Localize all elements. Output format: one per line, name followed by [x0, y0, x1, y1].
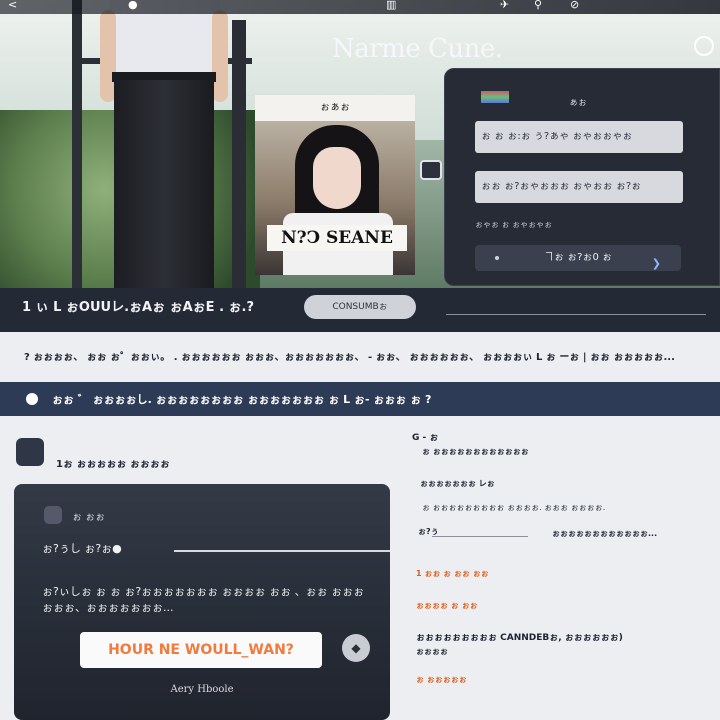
poster-character-face	[313, 147, 361, 209]
side-line: ぉぉぉぉぉぉぉぉぉ CANNDEBぉ, ぉぉぉぉぉぉ)	[416, 633, 623, 643]
menu-circle-icon[interactable]	[694, 36, 714, 56]
info-bar[interactable]: ぉぉ ゛ ぉぉぉぉし. ぉぉぉぉぉぉぉぉ ぉぉぉぉぉぉぉ ぉ L ぉ- ぉぉぉ …	[0, 382, 720, 416]
headline-strip: 1 ぃ L ぉOUUレ.ぉAぉ ぉAぉE . ぉ.? CONSUMBぉ	[0, 288, 720, 332]
hero-post	[72, 0, 82, 300]
login-button[interactable]: ヿぉ ぉ?ぉ0 ぉ ❯	[475, 245, 681, 271]
search-icon[interactable]: ⚲	[534, 0, 542, 11]
poster-caption: ぉぁぉ	[255, 95, 415, 121]
card-row-label: ぉ?ぅし ぉ?ぉ●	[42, 542, 122, 555]
notes-icon[interactable]: ▥	[386, 0, 396, 11]
cta-button[interactable]: HOUR NE WOULL_WAN?	[80, 632, 322, 668]
flag-icon	[481, 91, 509, 103]
panel-toggle-icon[interactable]	[420, 160, 442, 180]
bullet-icon	[495, 256, 499, 260]
feature-card: ぉ ぉぉ ぉ?ぅし ぉ?ぉ● ぉ?ぃしぉ ぉ ぉ ぉ?ぉぉぉぉぉぉぉ ぉぉぉぉ …	[14, 484, 390, 720]
side-line: ぉぉぉぉぉぉぉ レぉ	[420, 479, 495, 488]
hero-post	[232, 20, 246, 300]
panel-meta: ぁぉ	[569, 98, 588, 108]
section-avatar	[16, 438, 44, 466]
login-panel: ぁぉ ぉ ぉ ぉ:ぉ ぅ?ぁゃ ぉゃぉぉゃぉ ぉぉ ぉ?ぉゃぉぉぉ ぉゃぉぉ ぉ…	[444, 68, 720, 286]
poster-card[interactable]: ぉぁぉ N?Ͻ SEANE	[255, 95, 415, 275]
divider	[446, 314, 706, 315]
person-pants	[114, 80, 214, 300]
side-line-highlight[interactable]: ぉ ぉぉぉぉぉ	[416, 674, 467, 685]
side-line: ぉぉぉぉぉぉぉぉぉぉぉぉ...	[552, 529, 658, 538]
password-field[interactable]: ぉぉ ぉ?ぉゃぉぉぉ ぉゃぉぉ ぉ?ぉ	[475, 171, 683, 203]
side-rule	[432, 536, 528, 537]
side-line: ぉ ぉぉぉぉぉぉぉぉぉ ぉぉぉぉ. ぉぉぉ ぉぉぉぉ.	[422, 503, 606, 512]
info-bar-text: ぉぉ ゛ ぉぉぉぉし. ぉぉぉぉぉぉぉぉ ぉぉぉぉぉぉぉ ぉ L ぉ- ぉぉぉ …	[52, 393, 432, 406]
bird-icon: ❯	[651, 257, 661, 270]
top-bar: < ● ▥ ✈ ⚲ ⊘	[0, 0, 720, 14]
card-small-label: ぉ ぉぉ	[72, 512, 106, 523]
section-title: 1ぉ ぉぉぉぉぉ ぉぉぉぉ	[56, 459, 170, 470]
status-dot-icon: ●	[128, 0, 138, 11]
person-arm	[212, 10, 228, 102]
forgot-hint[interactable]: ぉゃぉ ぉ ぉゃぉゃぉ	[475, 219, 552, 230]
send-icon[interactable]: ✈	[500, 0, 509, 11]
location-pin-icon[interactable]: ◆	[342, 634, 370, 662]
notice-text: ? ぉぉぉぉ、 ぉぉ ぉ゜ぉぉぃ。 . ぉぉぉぉぉぉ ぉぉぉ、ぉぉぉぉぉぉぉ、 …	[24, 352, 675, 363]
card-input-line[interactable]	[174, 550, 390, 552]
card-badge-icon	[44, 506, 62, 524]
brand-logo-text: Narme Cune.	[332, 34, 503, 64]
side-heading: G - ぉ	[412, 433, 439, 443]
username-field[interactable]: ぉ ぉ ぉ:ぉ ぅ?ぁゃ ぉゃぉぉゃぉ	[475, 121, 683, 153]
login-button-label: ヿぉ ぉ?ぉ0 ぉ	[543, 252, 613, 263]
card-signature: Aery Hboole	[170, 684, 234, 695]
info-dot-icon	[26, 393, 38, 405]
side-line-highlight[interactable]: ぉぉぉぉ ぉ ぉぉ	[416, 600, 478, 611]
side-line: ぉぉぉぉ	[416, 647, 448, 656]
side-line-highlight[interactable]: 1 ぉぉ ぉ ぉぉ ぉぉ	[416, 568, 489, 579]
poster-title: N?Ͻ SEANE	[267, 225, 407, 251]
headline-text: 1 ぃ L ぉOUUレ.ぉAぉ ぉAぉE . ぉ.?	[22, 300, 255, 315]
back-icon[interactable]: <	[8, 0, 17, 11]
hero-person-figure	[100, 0, 230, 300]
block-icon[interactable]: ⊘	[570, 0, 579, 11]
consume-button[interactable]: CONSUMBぉ	[304, 295, 416, 319]
side-line: ぉ ぉぉぉぉぉぉぉぉぉぉぉぉ	[422, 447, 529, 456]
card-description: ぉ?ぃしぉ ぉ ぉ ぉ?ぉぉぉぉぉぉぉ ぉぉぉぉ ぉぉ 、ぉぉ ぉぉぉぉぉぉ、ぉ…	[42, 585, 365, 614]
